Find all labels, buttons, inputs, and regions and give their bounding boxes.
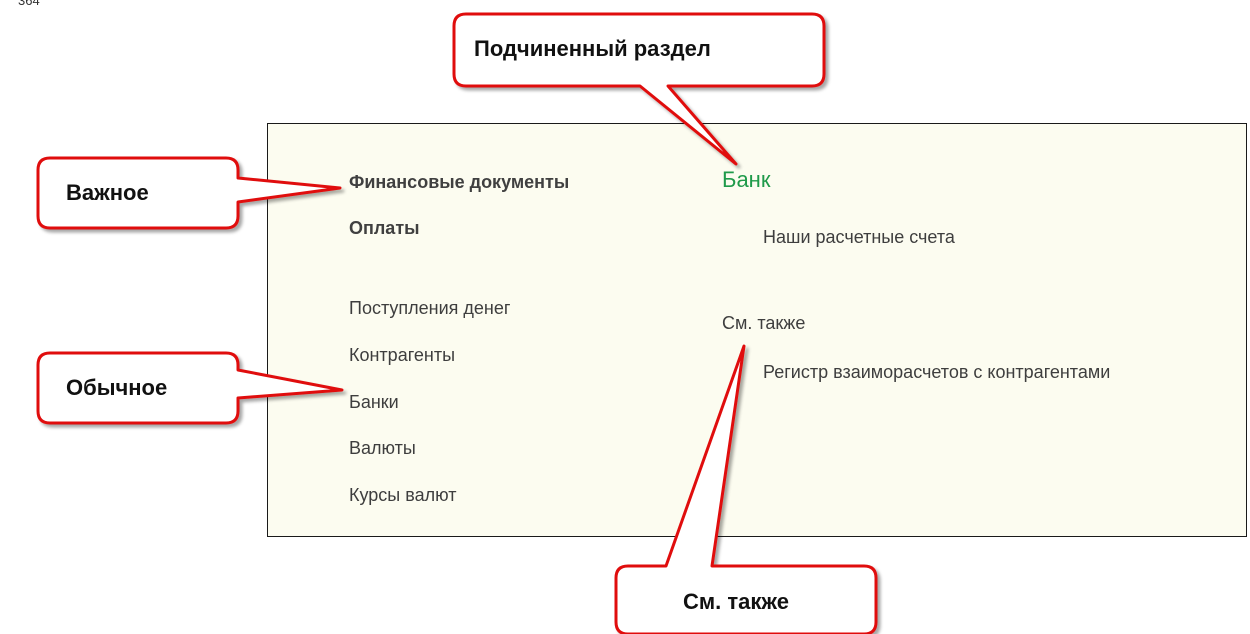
nav-item-payments[interactable]: Оплаты [349, 218, 420, 239]
nav-item-financial-documents[interactable]: Финансовые документы [349, 172, 569, 193]
nav-item-currencies[interactable]: Валюты [349, 438, 416, 459]
nav-item-settlements-register[interactable]: Регистр взаиморасчетов с контрагентами [763, 362, 1110, 383]
nav-item-money-receipts[interactable]: Поступления денег [349, 298, 510, 319]
see-also-title: См. также [722, 313, 806, 333]
nav-item-our-accounts[interactable]: Наши расчетные счета [763, 227, 955, 248]
callout-label-subordinate-section: Подчиненный раздел [474, 36, 711, 61]
page-number: 364 [18, 0, 40, 8]
nav-item-exchange-rates[interactable]: Курсы валют [349, 485, 456, 506]
nav-item-counterparties[interactable]: Контрагенты [349, 345, 455, 366]
callout-label-regular: Обычное [66, 375, 168, 400]
callout-label-important: Важное [66, 180, 149, 205]
subsection-title-bank[interactable]: Банк [722, 167, 770, 193]
nav-item-banks[interactable]: Банки [349, 392, 399, 413]
callout-label-see-also: См. также [683, 589, 789, 614]
